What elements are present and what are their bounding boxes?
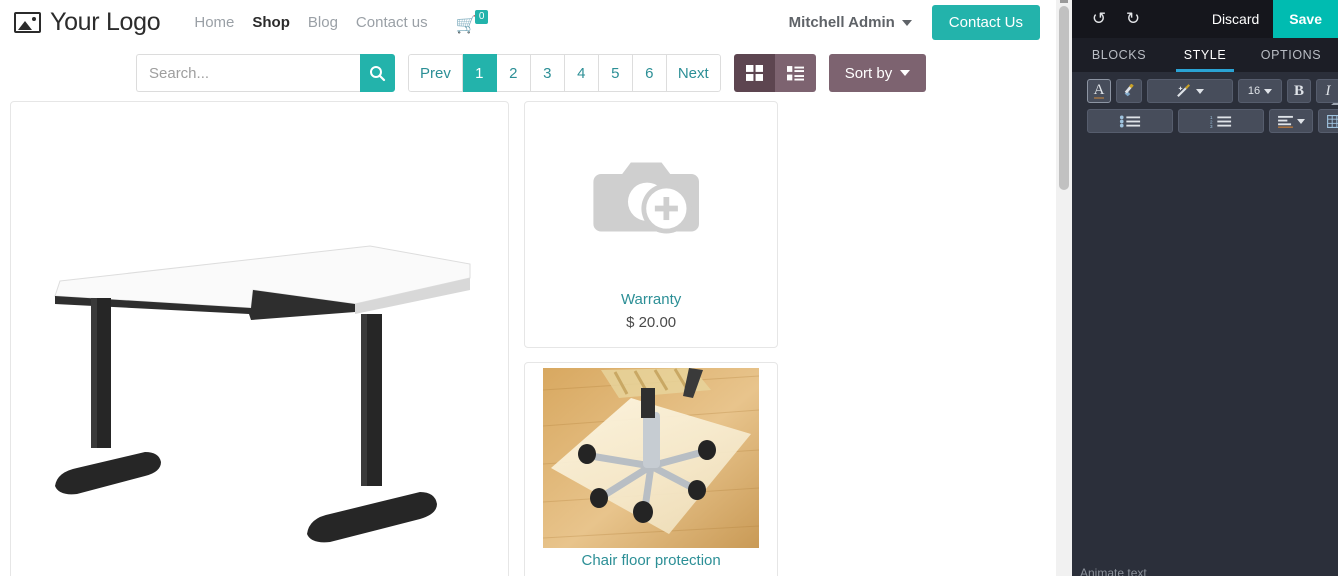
- brand-label: Your Logo: [50, 8, 161, 36]
- desk-illustration: [53, 244, 471, 542]
- format-row-1: A 16 B I: [1087, 79, 1338, 103]
- align-left-icon[interactable]: [1269, 109, 1313, 133]
- pagination-prev[interactable]: Prev: [408, 54, 463, 92]
- save-button[interactable]: Save: [1273, 0, 1338, 38]
- product-image-chair-mat: [525, 363, 777, 552]
- editor-header: ↺ ↻ Discard Save: [1072, 0, 1338, 38]
- product-grid: Customizable Desk (CONFIG): [0, 101, 1056, 576]
- bold-icon[interactable]: B: [1287, 79, 1311, 103]
- product-card-featured[interactable]: Customizable Desk (CONFIG): [10, 101, 510, 576]
- cart-button[interactable]: 🛒 0: [455, 9, 489, 34]
- view-toggle-group: [733, 54, 816, 92]
- italic-icon[interactable]: I: [1316, 79, 1338, 103]
- search-icon: [370, 65, 386, 81]
- bulleted-list-icon[interactable]: [1087, 109, 1173, 133]
- chevron-down-icon: [1264, 88, 1273, 94]
- website-preview: Your Logo Home Shop Blog Contact us 🛒 0 …: [0, 0, 1056, 576]
- format-row-2: 123: [1087, 109, 1338, 133]
- search-box: [136, 54, 395, 92]
- shopping-cart-icon: 🛒: [455, 14, 477, 34]
- navbar-right: Mitchell Admin Contact Us: [789, 5, 1040, 40]
- sort-by-label: Sort by: [844, 64, 893, 82]
- brand-logo[interactable]: Your Logo: [14, 8, 161, 37]
- pagination-page-1[interactable]: 1: [462, 54, 497, 92]
- app-root: Your Logo Home Shop Blog Contact us 🛒 0 …: [0, 0, 1338, 576]
- nav-item-contact-us[interactable]: Contact us: [356, 14, 428, 31]
- page-scrollbar[interactable]: [1056, 0, 1072, 576]
- undo-icon[interactable]: ↺: [1082, 0, 1116, 38]
- redo-icon[interactable]: ↻: [1116, 0, 1150, 38]
- table-icon[interactable]: [1318, 109, 1338, 133]
- numbered-list-icon[interactable]: 123: [1178, 109, 1264, 133]
- shop-toolbar: Prev 1 2 3 4 5 6 Next: [0, 45, 1056, 101]
- featured-column: Customizable Desk (CONFIG): [10, 101, 510, 576]
- nav-item-shop[interactable]: Shop: [252, 14, 290, 31]
- font-size-select[interactable]: 16: [1238, 79, 1282, 103]
- scrollbar-thumb[interactable]: [1059, 6, 1069, 190]
- pagination-page-2[interactable]: 2: [496, 54, 531, 92]
- font-color-icon[interactable]: A: [1087, 79, 1111, 103]
- pagination: Prev 1 2 3 4 5 6 Next: [408, 54, 721, 92]
- user-menu-label: Mitchell Admin: [788, 14, 895, 31]
- discard-button[interactable]: Discard: [1198, 11, 1273, 27]
- pagination-page-3[interactable]: 3: [530, 54, 565, 92]
- image-icon: [14, 12, 41, 33]
- product-columns: Warranty $ 20.00 Chair floor protection: [524, 101, 1038, 576]
- user-menu[interactable]: Mitchell Admin: [789, 14, 912, 31]
- site-navbar: Your Logo Home Shop Blog Contact us 🛒 0 …: [0, 0, 1056, 45]
- sort-by-button[interactable]: Sort by: [828, 54, 927, 92]
- editor-body: A 16 B I 1 2 3 Animate text: [1072, 72, 1338, 576]
- nav-item-home[interactable]: Home: [194, 14, 234, 31]
- product-image-desk: [21, 112, 498, 576]
- editor-footer-hint: Animate text: [1080, 566, 1147, 576]
- background-color-icon[interactable]: [1116, 79, 1142, 103]
- chair-mat-photo: [543, 367, 760, 548]
- list-view-button[interactable]: [774, 54, 816, 92]
- editor-tabs: BLOCKS STYLE OPTIONS: [1072, 38, 1338, 72]
- pagination-page-6[interactable]: 6: [632, 54, 667, 92]
- chevron-down-icon: [1296, 118, 1305, 124]
- search-submit-button[interactable]: [360, 54, 395, 92]
- nav-item-blog[interactable]: Blog: [308, 14, 338, 31]
- magic-wand-icon[interactable]: [1147, 79, 1233, 103]
- tab-options[interactable]: OPTIONS: [1248, 38, 1334, 72]
- cart-count-badge: 0: [474, 9, 489, 24]
- grid-view-icon: [745, 64, 763, 81]
- scrollbar-up-arrow[interactable]: [1060, 0, 1068, 3]
- list-view-icon: [786, 65, 804, 81]
- product-card[interactable]: Warranty $ 20.00: [524, 101, 779, 348]
- contact-us-button[interactable]: Contact Us: [931, 5, 1040, 40]
- pagination-page-4[interactable]: 4: [564, 54, 599, 92]
- product-title[interactable]: Warranty: [621, 291, 681, 314]
- website-editor-panel: ↺ ↻ Discard Save BLOCKS STYLE OPTIONS A: [1072, 0, 1338, 576]
- svg-text:3: 3: [1210, 123, 1213, 127]
- product-image-placeholder: [525, 102, 777, 291]
- grid-view-button[interactable]: [733, 54, 775, 92]
- pagination-next[interactable]: Next: [666, 54, 721, 92]
- main-nav: Home Shop Blog Contact us: [194, 14, 427, 31]
- chevron-down-icon: [1196, 88, 1204, 94]
- tab-blocks[interactable]: BLOCKS: [1076, 38, 1162, 72]
- text-format-toolbar: A 16 B I 1 2 3: [1087, 79, 1338, 133]
- chevron-down-icon: [900, 70, 911, 76]
- product-card[interactable]: Chair floor protection $ 12.00: [524, 362, 779, 576]
- image-placeholder-icon: [593, 161, 700, 233]
- product-title[interactable]: Chair floor protection: [581, 552, 720, 575]
- search-input[interactable]: [136, 54, 360, 92]
- product-price: $ 20.00: [626, 314, 677, 331]
- chevron-down-icon: [901, 19, 912, 26]
- pagination-page-5[interactable]: 5: [598, 54, 633, 92]
- tab-style[interactable]: STYLE: [1162, 38, 1248, 72]
